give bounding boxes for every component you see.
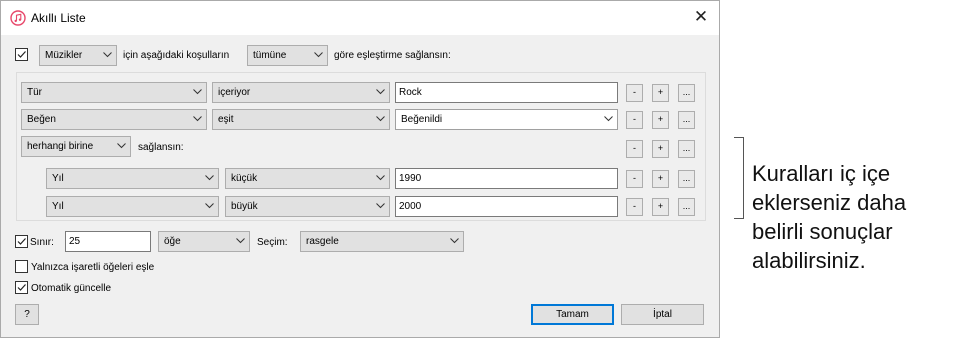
- chevron-down-icon: [236, 238, 245, 244]
- chevron-down-icon: [376, 175, 385, 181]
- nested-more-button[interactable]: ...: [678, 140, 695, 158]
- nested-rule-2-value-input[interactable]: 2000: [395, 196, 618, 217]
- limit-checkbox[interactable]: [15, 235, 28, 248]
- limit-unit-value: öğe: [164, 236, 181, 247]
- rule-1-field-dropdown[interactable]: Tür: [21, 82, 207, 103]
- nested-rule-1-value-input[interactable]: 1990: [395, 168, 618, 189]
- rule-2-add-button[interactable]: +: [652, 111, 669, 129]
- chevron-down-icon: [205, 203, 214, 209]
- live-update-checkbox[interactable]: [15, 281, 28, 294]
- selection-dropdown[interactable]: rasgele: [300, 231, 464, 252]
- rule-1-add-button[interactable]: +: [652, 84, 669, 102]
- match-text-before: için aşağıdaki koşulların: [123, 50, 230, 61]
- nested-rule-1-field-dropdown[interactable]: Yıl: [46, 168, 219, 189]
- nested-remove-button[interactable]: -: [626, 140, 643, 158]
- nested-quantifier-value: herhangi birine: [27, 141, 94, 152]
- chevron-down-icon: [193, 89, 202, 95]
- nested-rule-1-add-button[interactable]: +: [652, 170, 669, 188]
- rule-2-remove-button[interactable]: -: [626, 111, 643, 129]
- chevron-down-icon: [376, 89, 385, 95]
- rule-1-operator-dropdown[interactable]: içeriyor: [212, 82, 390, 103]
- cancel-button[interactable]: İptal: [621, 304, 704, 325]
- limit-value-input[interactable]: 25: [65, 231, 151, 252]
- rule-1-remove-button[interactable]: -: [626, 84, 643, 102]
- limit-label: Sınır:: [30, 237, 54, 248]
- nested-quantifier-dropdown[interactable]: herhangi birine: [21, 136, 131, 157]
- match-checkbox[interactable]: [15, 48, 28, 61]
- selection-label: Seçim:: [257, 237, 288, 248]
- nested-rule-1-remove-button[interactable]: -: [626, 170, 643, 188]
- rule-2-more-button[interactable]: ...: [678, 111, 695, 129]
- chevron-down-icon: [103, 52, 112, 58]
- nested-add-button[interactable]: +: [652, 140, 669, 158]
- callout-bracket: [734, 137, 744, 219]
- title-bar: Akıllı Liste ✕: [1, 1, 719, 35]
- nested-rule-1-operator: küçük: [231, 173, 258, 184]
- nested-rule-1-more-button[interactable]: ...: [678, 170, 695, 188]
- nested-rule-2-remove-button[interactable]: -: [626, 198, 643, 216]
- checked-only-label: Yalnızca işaretli öğeleri eşle: [31, 262, 155, 273]
- callout-text: Kuralları iç içe eklerseniz daha belirli…: [752, 161, 907, 273]
- nested-rule-2-operator: büyük: [231, 201, 258, 212]
- rule-2-field: Beğen: [27, 114, 56, 125]
- rule-1-more-button[interactable]: ...: [678, 84, 695, 102]
- chevron-down-icon: [314, 52, 323, 58]
- quantifier-dropdown[interactable]: tümüne: [247, 45, 328, 66]
- selection-value: rasgele: [306, 236, 339, 247]
- rule-2-value: Beğenildi: [401, 114, 443, 125]
- live-update-label: Otomatik güncelle: [31, 283, 112, 294]
- chevron-down-icon: [205, 175, 214, 181]
- rule-1-field: Tür: [27, 87, 42, 98]
- music-app-icon: [10, 10, 26, 26]
- smart-playlist-dialog: Akıllı Liste ✕ Müzikler için aşağıdaki k…: [0, 0, 720, 338]
- chevron-down-icon: [376, 203, 385, 209]
- rule-1-value-input[interactable]: Rock: [395, 82, 618, 103]
- nested-rule-2-field: Yıl: [52, 201, 64, 212]
- rule-2-value-dropdown[interactable]: Beğenildi: [395, 109, 618, 130]
- chevron-down-icon: [604, 116, 613, 122]
- close-icon[interactable]: ✕: [691, 7, 711, 27]
- chevron-down-icon: [117, 143, 126, 149]
- chevron-down-icon: [376, 116, 385, 122]
- nested-rule-2-field-dropdown[interactable]: Yıl: [46, 196, 219, 217]
- media-type-dropdown[interactable]: Müzikler: [39, 45, 117, 66]
- help-button[interactable]: ?: [15, 304, 39, 325]
- nested-rule-2-more-button[interactable]: ...: [678, 198, 695, 216]
- chevron-down-icon: [193, 116, 202, 122]
- chevron-down-icon: [450, 238, 459, 244]
- match-text-after: göre eşleştirme sağlansın:: [334, 50, 451, 61]
- rule-2-operator: eşit: [218, 114, 234, 125]
- limit-unit-dropdown[interactable]: öğe: [158, 231, 250, 252]
- checked-only-checkbox[interactable]: [15, 260, 28, 273]
- rule-2-operator-dropdown[interactable]: eşit: [212, 109, 390, 130]
- nested-suffix-label: sağlansın:: [138, 142, 184, 153]
- nested-rule-2-add-button[interactable]: +: [652, 198, 669, 216]
- ok-button[interactable]: Tamam: [531, 304, 614, 325]
- window-title: Akıllı Liste: [31, 11, 86, 25]
- rule-1-operator: içeriyor: [218, 87, 251, 98]
- quantifier-value: tümüne: [253, 50, 287, 61]
- rule-2-field-dropdown[interactable]: Beğen: [21, 109, 207, 130]
- media-type-value: Müzikler: [45, 50, 83, 61]
- nested-rule-1-operator-dropdown[interactable]: küçük: [225, 168, 390, 189]
- nested-rule-2-operator-dropdown[interactable]: büyük: [225, 196, 390, 217]
- nested-rule-1-field: Yıl: [52, 173, 64, 184]
